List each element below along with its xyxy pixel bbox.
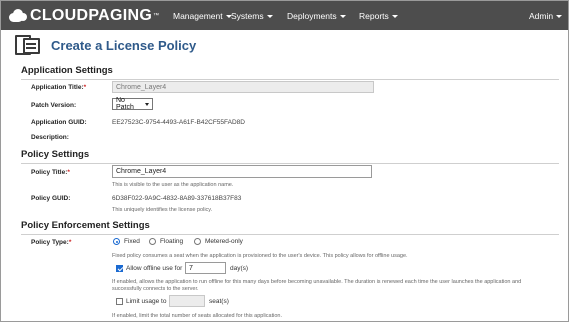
radio-fixed[interactable] [113,238,120,245]
allow-offline-label: Allow offline use for [126,265,183,272]
nav-systems[interactable]: Systems [231,11,273,21]
application-settings-heading: Application Settings [21,65,559,80]
policy-title-label-text: Policy Title: [31,169,68,176]
policy-title-input[interactable]: Chrome_Layer4 [112,165,372,178]
page-frame: CLOUDPAGING ™ Management Systems Deploym… [0,0,569,322]
policy-settings-heading: Policy Settings [21,149,559,164]
offline-days-input[interactable]: 7 [185,262,226,274]
policy-enforcement-heading: Policy Enforcement Settings [21,220,559,235]
nav-admin-label: Admin [529,11,554,21]
patch-version-select[interactable]: No Patch [112,97,153,111]
limit-usage-hint: If enabled, limit the total number of se… [112,313,282,319]
required-marker: * [83,84,87,91]
policy-guid-value: 6D38F022-9A9C-4832-8A89-337618B37F83 [112,195,242,202]
seat-limit-unit: seat(s) [209,298,229,305]
nav-management[interactable]: Management [173,11,232,21]
patch-version-label: Patch Version: [31,102,77,109]
policy-type-metered-only[interactable]: Metered-only [194,238,243,245]
chevron-down-icon [391,14,398,18]
offline-days-unit: day(s) [230,265,249,272]
application-title-label-text: Application Title: [31,84,84,91]
limit-usage-label: Limit usage to [126,298,167,305]
offline-hint: If enabled, allows the application to ru… [112,279,522,293]
chevron-down-icon [145,102,149,106]
policy-type-hint: Fixed policy consumes a seat when the ap… [112,253,408,259]
description-label: Description: [31,134,69,141]
policy-type-floating[interactable]: Floating [149,238,183,245]
nav-systems-label: Systems [231,11,264,21]
policy-type-metered-only-label: Metered-only [205,238,243,245]
application-guid-value: EE27523C-9754-4493-A61F-B42CF55FAD8D [112,119,245,126]
nav-reports-label: Reports [359,11,389,21]
nav-reports[interactable]: Reports [359,11,398,21]
radio-metered-only[interactable] [194,238,201,245]
policy-type-fixed[interactable]: Fixed [113,238,140,245]
nav-deployments-label: Deployments [287,11,337,21]
allow-offline-checkbox[interactable] [116,265,123,272]
patch-version-value: No Patch [116,97,134,111]
chevron-down-icon [266,14,273,18]
trademark-mark: ™ [153,12,160,19]
nav-admin[interactable]: Admin [529,11,563,21]
cloud-logo-icon [8,9,28,22]
nav-deployments[interactable]: Deployments [287,11,346,21]
limit-usage-checkbox[interactable] [116,298,123,305]
brand-name: CLOUDPAGING [30,6,153,24]
policy-guid-label: Policy GUID: [31,195,71,202]
application-title-field: Chrome_Layer4 [112,81,374,93]
chevron-down-icon [339,14,346,18]
policy-type-label-text: Policy Type: [31,239,69,246]
required-marker: * [67,169,70,176]
application-title-label: Application Title:* [31,84,86,91]
seat-limit-input[interactable] [169,295,205,307]
policy-type-label: Policy Type:* [31,239,71,246]
license-documents-icon [15,35,41,55]
application-guid-label: Application GUID: [31,119,87,126]
policy-type-fixed-label: Fixed [124,238,140,245]
policy-title-hint: This is visible to the user as the appli… [112,182,234,188]
required-marker: * [68,239,72,246]
policy-title-label: Policy Title:* [31,169,70,176]
nav-management-label: Management [173,11,223,21]
brand-logo[interactable]: CLOUDPAGING ™ [8,7,159,25]
radio-floating[interactable] [149,238,156,245]
page-header: Create a License Policy [15,34,555,56]
policy-guid-hint: This uniquely identifies the license pol… [112,207,213,213]
page-title: Create a License Policy [51,37,197,53]
top-navbar: CLOUDPAGING ™ Management Systems Deploym… [1,1,568,30]
policy-type-floating-label: Floating [160,238,184,245]
chevron-down-icon [556,14,563,18]
